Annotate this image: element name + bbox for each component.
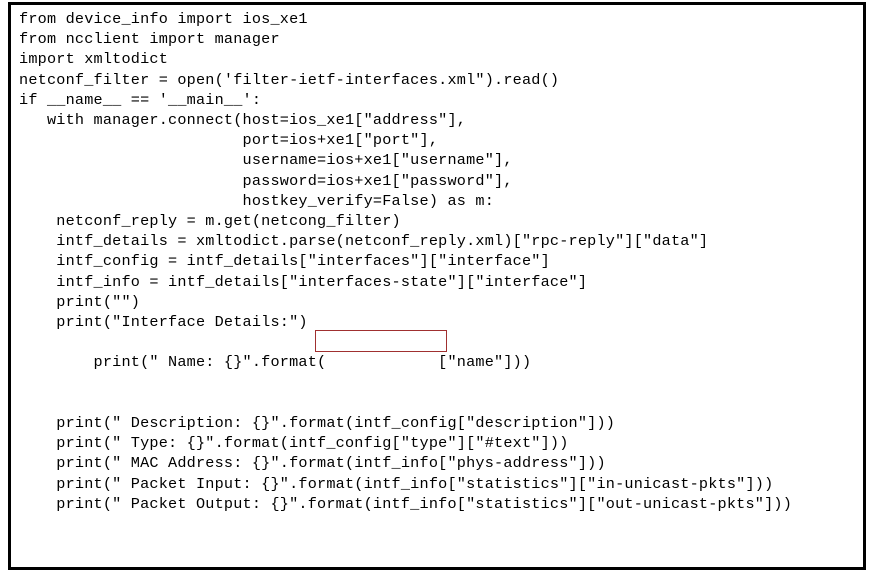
code-line: username=ios+xe1["username"], (19, 150, 863, 170)
code-line: password=ios+xe1["password"], (19, 171, 863, 191)
code-line: port=ios+xe1["port"], (19, 130, 863, 150)
code-line: print(" Type: {}".format(intf_config["ty… (19, 433, 863, 453)
code-line: netconf_filter = open('filter-ietf-inter… (19, 70, 863, 90)
code-line: print("") (19, 292, 863, 312)
code-line: print("Interface Details:") (19, 312, 863, 332)
code-line: intf_config = intf_details["interfaces"]… (19, 251, 863, 271)
code-line: import xmltodict (19, 49, 863, 69)
code-line: if __name__ == '__main__': (19, 90, 863, 110)
code-line: with manager.connect(host=ios_xe1["addre… (19, 110, 863, 130)
code-line: from device_info import ios_xe1 (19, 9, 863, 29)
code-frame: from device_info import ios_xe1 from ncc… (8, 2, 866, 570)
code-text: print(" Name: {}".format( ["name"])) (56, 353, 531, 371)
code-line: print(" Packet Output: {}".format(intf_i… (19, 494, 863, 514)
code-line: from ncclient import manager (19, 29, 863, 49)
code-line: netconf_reply = m.get(netcong_filter) (19, 211, 863, 231)
code-line: print(" Packet Input: {}".format(intf_in… (19, 474, 863, 494)
code-line: intf_details = xmltodict.parse(netconf_r… (19, 231, 863, 251)
code-line-with-blank: print(" Name: {}".format( ["name"])) (19, 332, 863, 413)
code-line: print(" Description: {}".format(intf_con… (19, 413, 863, 433)
answer-dropdown[interactable] (315, 330, 447, 352)
code-line: print(" MAC Address: {}".format(intf_inf… (19, 453, 863, 473)
code-line: hostkey_verify=False) as m: (19, 191, 863, 211)
code-line: intf_info = intf_details["interfaces-sta… (19, 272, 863, 292)
